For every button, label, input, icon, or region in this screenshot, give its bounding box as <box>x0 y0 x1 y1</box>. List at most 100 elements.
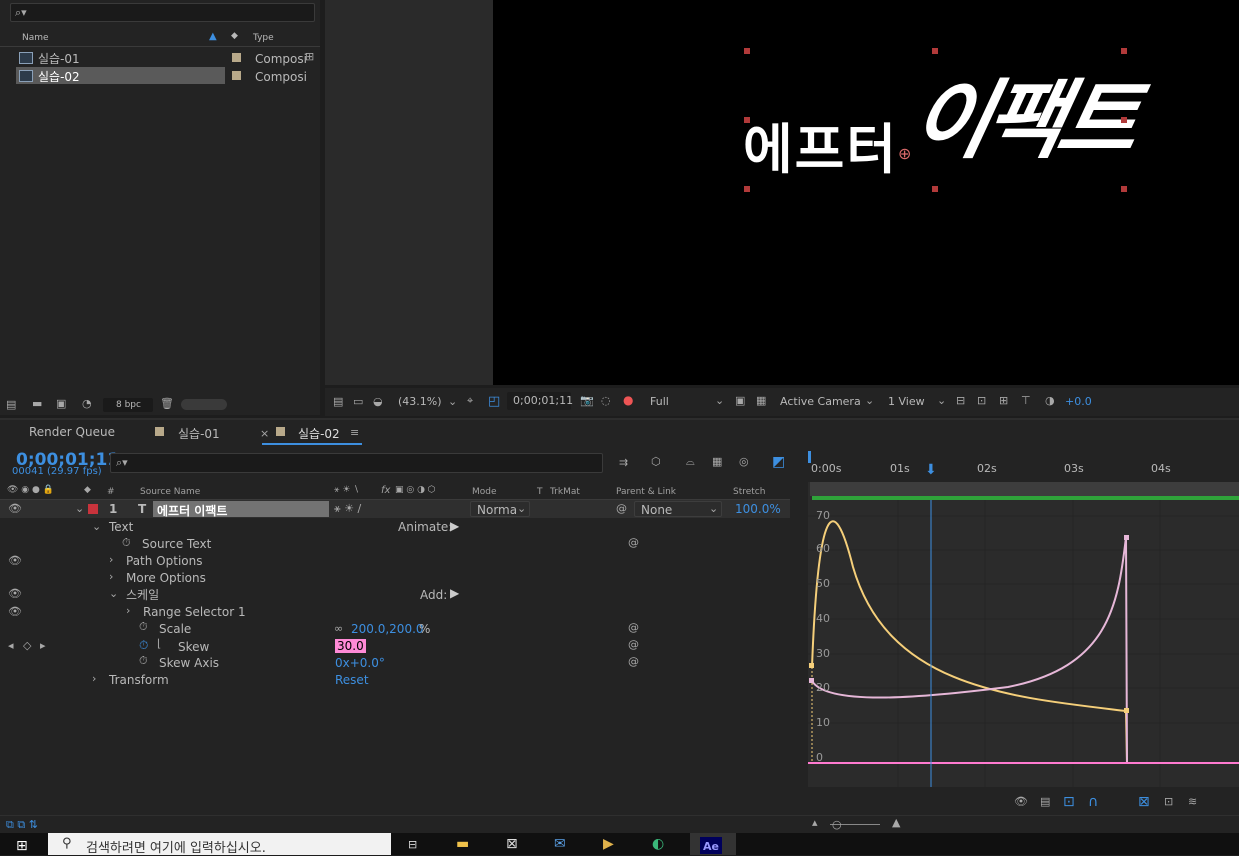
property-row-selected[interactable]: ◂ ◇ ▸ ⏱ ⌊ Skew 30.0 @ <box>0 638 790 655</box>
view-layout-dropdown[interactable]: 1 View <box>888 395 925 408</box>
bounding-handle[interactable] <box>1121 48 1127 54</box>
snap-icon[interactable]: ∩ <box>1088 794 1098 810</box>
color-channel-icon[interactable]: ● <box>623 393 633 407</box>
trash-icon[interactable]: 🗑 <box>160 398 174 409</box>
graph-icon[interactable]: ⌊ <box>157 638 161 649</box>
next-keyframe-icon[interactable]: ▸ <box>40 640 46 651</box>
property-row[interactable]: 👁 › Range Selector 1 <box>0 604 790 621</box>
safe-margins-icon[interactable]: ⌖ <box>467 395 473 406</box>
windows-start-icon[interactable]: ⊞ <box>16 838 28 854</box>
property-row[interactable]: › More Options <box>0 570 790 587</box>
chevron-right-icon[interactable]: › <box>109 571 113 582</box>
shy-switch-icon[interactable]: ⚹ ☀ ∕ <box>334 503 361 514</box>
reset-link[interactable]: Reset <box>335 673 369 687</box>
stopwatch-active-icon[interactable]: ⏱ <box>139 638 148 653</box>
chevron-right-icon[interactable]: › <box>126 605 130 616</box>
bounding-handle[interactable] <box>1121 117 1127 123</box>
camera-snapshot-icon[interactable]: 📷 <box>580 395 594 406</box>
current-time-indicator[interactable]: ⬇ <box>925 462 937 478</box>
project-settings-icon[interactable]: ◔ <box>82 398 92 409</box>
timeline-search-input[interactable]: ⌕▾ <box>110 453 603 473</box>
show-snapshot-icon[interactable]: ◌ <box>601 395 611 406</box>
project-scrollbar[interactable] <box>181 399 227 410</box>
tab-render-queue[interactable]: Render Queue <box>29 425 115 439</box>
zoom-out-icon[interactable]: ▴ <box>812 817 818 828</box>
expression-pickwhip-icon[interactable]: @ <box>628 656 639 667</box>
chevron-right-icon[interactable]: › <box>109 554 113 565</box>
frame-blending-icon[interactable]: ▦ <box>712 456 722 467</box>
timeline-icon[interactable]: ⊞ <box>999 395 1008 406</box>
bounding-handle[interactable] <box>744 117 750 123</box>
show-properties-icon[interactable]: 👁 <box>1014 796 1028 807</box>
chevron-down-icon[interactable]: ⌄ <box>448 396 457 407</box>
chevron-down-icon[interactable]: ⌄ <box>865 395 874 406</box>
draft-3d-icon[interactable]: ⬡ <box>651 456 661 467</box>
interpret-footage-icon[interactable]: ▤ <box>6 399 16 410</box>
eye-icon[interactable]: 👁 <box>8 606 22 617</box>
tab-comp-01[interactable]: 실습-01 <box>178 425 220 442</box>
flowchart-icon[interactable]: ⊤ <box>1021 395 1031 406</box>
stretch-value[interactable]: 100.0% <box>735 502 781 516</box>
camera-dropdown[interactable]: Active Camera <box>780 395 861 408</box>
shy-layers-icon[interactable]: ⌓ <box>686 456 695 467</box>
anchor-point-icon[interactable]: ⊕ <box>898 144 911 163</box>
skew-axis-value[interactable]: 0x+0.0° <box>335 656 385 670</box>
transparency-grid-icon[interactable]: ▣ <box>735 395 745 406</box>
property-group-text[interactable]: ⌄ Text Animate: ▶ <box>0 519 790 536</box>
store-icon[interactable]: ⊠ <box>506 836 518 852</box>
new-folder-icon[interactable]: ▬ <box>32 398 42 409</box>
property-group-transform[interactable]: › Transform Reset <box>0 672 790 689</box>
chevron-down-icon[interactable]: ⌄ <box>75 503 84 514</box>
name-column-header[interactable]: Name <box>22 33 49 43</box>
graph-editor-icon[interactable]: ◩ <box>772 454 785 470</box>
chevron-down-icon[interactable]: ⌄ <box>92 521 101 532</box>
draft-3d-icon[interactable]: ⊡ <box>977 395 986 406</box>
task-view-icon[interactable]: ⊟ <box>408 838 417 851</box>
media-icon[interactable]: ▶ <box>603 836 614 852</box>
edge-icon[interactable]: ◐ <box>652 836 664 852</box>
skew-value-field[interactable]: 30.0 <box>335 639 366 653</box>
eye-icon[interactable]: 👁 <box>8 555 22 566</box>
add-keyframe-icon[interactable]: ◇ <box>23 640 31 651</box>
graph-options-icon[interactable]: ▤ <box>1040 796 1050 807</box>
flowchart-icon[interactable]: ⊞ <box>305 51 314 62</box>
property-row[interactable]: ⏱ Skew Axis 0x+0.0° @ <box>0 655 790 672</box>
label-tag-icon[interactable]: ◆ <box>231 31 238 41</box>
project-search-input[interactable]: ⌕▾ <box>10 3 315 22</box>
taskbar-app-after-effects[interactable]: Ae <box>690 833 736 855</box>
transform-box-icon[interactable]: ⊡ <box>1063 794 1075 810</box>
mask-visibility-icon[interactable]: ◒ <box>373 396 383 407</box>
zoom-slider-thumb[interactable]: ○ <box>832 819 842 830</box>
exposure-reset-icon[interactable]: ◑ <box>1045 395 1055 406</box>
bounding-handle[interactable] <box>1121 186 1127 192</box>
expression-pickwhip-icon[interactable]: @ <box>628 537 639 548</box>
monitor-icon[interactable]: ▭ <box>353 396 363 407</box>
viewer-timecode[interactable]: 0;00;01;11 <box>507 392 573 410</box>
project-item[interactable]: 실습-02 Composi <box>0 67 320 85</box>
fit-all-icon[interactable]: ⊡ <box>1164 796 1173 807</box>
stopwatch-icon[interactable]: ⏱ <box>139 655 148 666</box>
play-arrow-icon[interactable]: ▶ <box>450 586 459 600</box>
bounding-handle[interactable] <box>932 48 938 54</box>
property-row[interactable]: 👁 › Path Options <box>0 553 790 570</box>
toggle-pixel-aspect-icon[interactable]: ⊟ <box>956 395 965 406</box>
motion-blur-icon[interactable]: ◎ <box>739 456 749 467</box>
close-icon[interactable]: × <box>260 428 269 439</box>
previous-keyframe-icon[interactable]: ◂ <box>8 640 14 651</box>
always-preview-icon[interactable]: ▤ <box>333 396 343 407</box>
separate-dimensions-icon[interactable]: ≋ <box>1188 796 1197 807</box>
property-row[interactable]: ⏱ Source Text @ <box>0 536 790 553</box>
time-ruler[interactable]: 0:00s 01s 02s 03s 04s ⬇ <box>808 447 1239 482</box>
region-of-interest-icon[interactable]: ◰ <box>488 394 500 409</box>
color-depth-button[interactable]: 8 bpc <box>103 398 153 412</box>
windows-search-box[interactable]: ⚲ 검색하려면 여기에 입력하십시오. <box>48 833 391 856</box>
bounding-handle[interactable] <box>932 186 938 192</box>
label-color-swatch[interactable] <box>88 504 98 514</box>
mail-icon[interactable]: ✉ <box>554 836 566 852</box>
zoom-in-icon[interactable]: ▲ <box>892 817 900 828</box>
work-area-bar[interactable] <box>810 482 1239 496</box>
chevron-down-icon[interactable]: ⌄ <box>715 395 724 406</box>
file-explorer-icon[interactable]: ▬ <box>456 836 469 852</box>
eye-icon[interactable]: 👁 <box>8 588 22 599</box>
sort-ascending-icon[interactable]: ▲ <box>209 31 217 42</box>
